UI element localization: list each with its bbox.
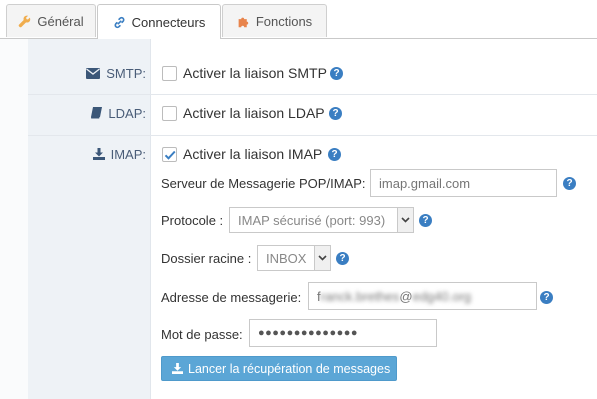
- smtp-help-icon[interactable]: ?: [330, 67, 343, 80]
- ldap-help-icon[interactable]: ?: [329, 107, 342, 120]
- checkmark-icon: [164, 150, 176, 160]
- server-label: Serveur de Messagerie POP/IMAP:: [161, 176, 366, 191]
- email-input[interactable]: f ranck.brethes @ edg40.org: [308, 282, 537, 310]
- fetch-messages-button-label: Lancer la récupération de messages: [188, 361, 391, 376]
- imap-row-label: IMAP:: [28, 145, 146, 163]
- ldap-label: LDAP:: [108, 105, 146, 121]
- book-icon: [90, 107, 103, 119]
- tab-fonctions-label: Fonctions: [255, 13, 313, 29]
- connecteurs-panel: SMTP: Activer la liaison SMTP ? LDAP: Ac…: [0, 39, 597, 399]
- tab-general-label: Général: [37, 13, 84, 29]
- imap-checkbox[interactable]: [162, 147, 177, 162]
- left-margin: [0, 39, 28, 399]
- server-help-icon[interactable]: ?: [563, 177, 576, 190]
- chevron-down-icon: [314, 246, 330, 270]
- fetch-messages-button[interactable]: Lancer la récupération de messages: [161, 356, 397, 381]
- protocol-select[interactable]: IMAP sécurisé (port: 993): [229, 207, 414, 233]
- tab-bar: Général Connecteurs Fonctions: [0, 0, 597, 39]
- row-divider: [28, 135, 597, 136]
- imap-help-icon[interactable]: ?: [328, 148, 341, 161]
- email-value-domain-blurred: edg40.org: [412, 288, 472, 304]
- protocol-help-icon[interactable]: ?: [419, 214, 432, 227]
- protocol-select-value: IMAP sécurisé (port: 993): [238, 212, 386, 228]
- password-label: Mot de passe:: [161, 327, 243, 342]
- imap-label: IMAP:: [110, 146, 146, 162]
- folder-label: Dossier racine :: [161, 251, 252, 266]
- email-help-icon[interactable]: ?: [540, 291, 553, 304]
- folder-select[interactable]: INBOX: [257, 245, 331, 271]
- smtp-checkbox[interactable]: [162, 66, 177, 81]
- smtp-row-label: SMTP:: [28, 64, 146, 82]
- server-input[interactable]: [370, 169, 557, 197]
- wrench-icon: [18, 15, 31, 28]
- password-value: ●●●●●●●●●●●●●●: [258, 327, 359, 339]
- password-input[interactable]: ●●●●●●●●●●●●●●: [249, 319, 437, 347]
- protocol-label: Protocole :: [161, 213, 224, 228]
- chevron-down-icon: [397, 208, 413, 232]
- puzzle-icon: [237, 15, 250, 28]
- email-value-at: @: [399, 288, 413, 304]
- smtp-label: SMTP:: [106, 65, 146, 81]
- download-icon: [172, 363, 183, 374]
- envelope-icon: [86, 67, 101, 79]
- link-icon: [113, 16, 126, 29]
- tab-connecteurs[interactable]: Connecteurs: [97, 4, 221, 39]
- email-label: Adresse de messagerie:: [161, 290, 302, 305]
- folder-select-value: INBOX: [266, 250, 307, 266]
- tab-fonctions[interactable]: Fonctions: [222, 4, 327, 37]
- row-divider: [28, 94, 597, 95]
- folder-help-icon[interactable]: ?: [336, 252, 349, 265]
- download-icon: [92, 148, 105, 160]
- email-value-blurred: ranck.brethes: [320, 288, 400, 304]
- smtp-checkbox-label[interactable]: Activer la liaison SMTP: [183, 65, 327, 81]
- label-column: [28, 39, 151, 399]
- ldap-checkbox[interactable]: [162, 106, 177, 121]
- tab-general[interactable]: Général: [6, 4, 96, 37]
- ldap-row-label: LDAP:: [28, 104, 146, 122]
- tab-connecteurs-label: Connecteurs: [131, 14, 206, 30]
- ldap-checkbox-label[interactable]: Activer la liaison LDAP: [183, 105, 325, 121]
- imap-checkbox-label[interactable]: Activer la liaison IMAP: [183, 146, 322, 162]
